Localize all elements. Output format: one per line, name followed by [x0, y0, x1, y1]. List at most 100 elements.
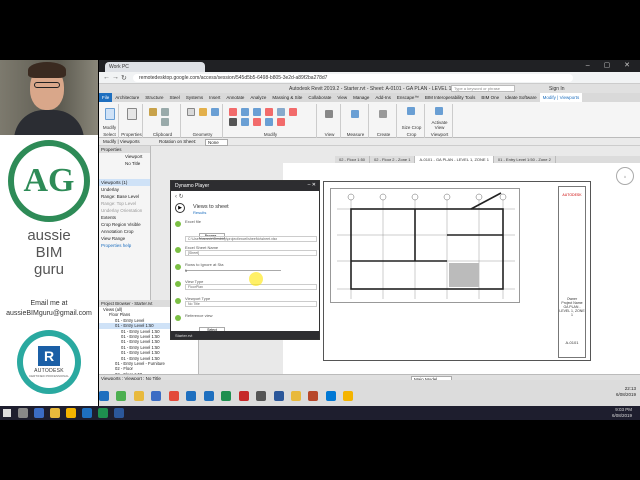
chrome-icon[interactable] — [66, 408, 76, 418]
folder-icon[interactable] — [50, 408, 60, 418]
window-controls[interactable]: ‒ ▢ ✕ — [586, 61, 636, 69]
revit-icon[interactable] — [186, 391, 197, 401]
tab-bim-one[interactable]: BIM One — [478, 93, 502, 102]
sheet-name-field[interactable]: [Sheet] — [185, 250, 317, 256]
tab-massing-site[interactable]: Massing & Site — [269, 93, 305, 102]
type-name-line2[interactable]: No Title — [99, 160, 150, 167]
close-icon[interactable]: ‒ ✕ — [308, 182, 316, 188]
create-icon[interactable] — [379, 110, 387, 118]
file-path-field[interactable]: C:\Users\aussie\Desktop\project\excel\sh… — [185, 236, 317, 242]
offset-icon[interactable] — [241, 108, 249, 116]
tab-file[interactable]: File — [99, 93, 113, 102]
split-icon[interactable] — [265, 108, 273, 116]
viewport-type-select[interactable]: No Title — [185, 301, 317, 307]
word-icon[interactable] — [273, 391, 284, 401]
back-refresh-icons[interactable]: ‹ ↻ — [175, 193, 184, 200]
view-type-select[interactable]: FloorPlan — [185, 284, 317, 290]
revit-icon[interactable] — [203, 391, 214, 401]
size-crop-icon[interactable] — [407, 107, 415, 115]
scale-icon[interactable] — [277, 118, 285, 126]
prop-range-base[interactable]: Range: Base Level — [99, 193, 150, 200]
browser-tab[interactable]: Work PC — [105, 62, 205, 72]
prop-range-top[interactable]: Range: Top Level — [99, 200, 150, 207]
revit-icon[interactable] — [82, 408, 92, 418]
app-icon[interactable] — [256, 391, 267, 401]
size-crop-button[interactable]: Size Crop — [399, 125, 424, 130]
prop-crop-visible[interactable]: Crop Region Visible — [99, 221, 150, 228]
back-icon[interactable]: ← — [103, 74, 110, 81]
url-input[interactable]: remotedesktop.google.com/access/session/… — [133, 74, 573, 82]
help-search-input[interactable]: Type a keyword or phrase — [451, 85, 515, 92]
chrome-icon[interactable] — [343, 391, 354, 401]
properties-icon[interactable] — [127, 108, 137, 120]
windows-icon[interactable] — [99, 391, 109, 401]
app-icon[interactable] — [34, 408, 44, 418]
folder-icon[interactable] — [133, 391, 144, 401]
tab-ideate[interactable]: Ideate Software — [502, 93, 540, 102]
tab-analyze[interactable]: Analyze — [247, 93, 269, 102]
activate-view-icon[interactable] — [435, 107, 443, 115]
play-icon[interactable]: ▶ — [175, 203, 185, 213]
forward-icon[interactable]: → — [112, 74, 119, 81]
mirror-icon[interactable] — [253, 108, 261, 116]
trim-icon[interactable] — [253, 118, 261, 126]
rotate-icon[interactable] — [241, 118, 249, 126]
view-cube-icon[interactable]: ⌂ — [616, 167, 634, 185]
paste-icon[interactable] — [149, 108, 157, 116]
type-name-line1[interactable]: Viewport — [99, 153, 150, 160]
drawing-canvas[interactable]: ⌂ AUTODESK Owner Project Name GA PLAN - … — [283, 163, 640, 398]
sign-in-button[interactable]: Sign In — [549, 86, 565, 92]
tab-structure[interactable]: Structure — [142, 93, 166, 102]
script-results[interactable]: Results — [193, 210, 206, 215]
rows-ignore-slider[interactable] — [185, 270, 281, 271]
join-icon[interactable] — [211, 108, 219, 116]
view-tab-active[interactable]: A-0101 - GA PLAN - LEVEL 1, ZONE 1 — [415, 156, 494, 163]
app-icon[interactable] — [151, 391, 162, 401]
tab-enscape[interactable]: Enscape™ — [394, 93, 422, 102]
excel-icon[interactable] — [221, 391, 232, 401]
measure-icon[interactable] — [351, 110, 359, 118]
tab-collaborate[interactable]: Collaborate — [305, 93, 334, 102]
view-icon[interactable] — [325, 110, 333, 118]
acrobat-icon[interactable] — [238, 391, 249, 401]
app-icon[interactable] — [325, 391, 336, 401]
rotation-select[interactable]: None — [205, 139, 228, 146]
tab-insert[interactable]: Insert — [206, 93, 223, 102]
move-icon[interactable] — [229, 118, 237, 126]
align-icon[interactable] — [229, 108, 237, 116]
tab-architecture[interactable]: Architecture — [112, 93, 142, 102]
tab-view[interactable]: View — [334, 93, 350, 102]
tab-bim-interop[interactable]: BIM Interoperability Tools — [422, 93, 478, 102]
instance-selector[interactable]: Viewports (1) — [99, 179, 150, 186]
tab-modify-viewports[interactable]: Modify | Viewports — [539, 93, 583, 102]
prop-annotation-crop[interactable]: Annotation Crop — [99, 228, 150, 235]
viewport[interactable] — [330, 188, 520, 303]
excel-icon[interactable] — [98, 408, 108, 418]
modify-button[interactable]: Modify — [101, 125, 118, 130]
cut-geometry-icon[interactable] — [199, 108, 207, 116]
app-icon[interactable] — [168, 391, 179, 401]
array-icon[interactable] — [265, 118, 273, 126]
tab-add-ins[interactable]: Add-Ins — [372, 93, 394, 102]
tab-annotate[interactable]: Annotate — [223, 93, 247, 102]
cut-icon[interactable] — [161, 108, 169, 116]
view-tab[interactable]: 02 - Floor 2 - Zone 1 — [370, 156, 416, 163]
app-icon[interactable] — [290, 391, 301, 401]
prop-underlay-orientation[interactable]: Underlay Orientation — [99, 207, 150, 214]
activate-view-button[interactable]: Activate View — [427, 120, 452, 130]
start-icon[interactable] — [3, 409, 11, 417]
tab-steel[interactable]: Steel — [167, 93, 183, 102]
copy-icon[interactable] — [161, 118, 169, 126]
cope-icon[interactable] — [187, 108, 195, 116]
search-icon[interactable] — [18, 408, 28, 418]
reload-icon[interactable]: ↻ — [121, 74, 127, 82]
prop-view-range[interactable]: View Range — [99, 235, 150, 242]
view-tab[interactable]: 02 - Floor 1:50 — [335, 156, 371, 163]
properties-help-link[interactable]: Properties help — [99, 242, 150, 249]
tab-manage[interactable]: Manage — [350, 93, 372, 102]
app-icon[interactable] — [116, 391, 127, 401]
tab-systems[interactable]: Systems — [183, 93, 206, 102]
view-tab[interactable]: 01 - Entry Level 1:50 - Zone 2 — [494, 156, 556, 163]
delete-icon[interactable] — [289, 108, 297, 116]
powerpoint-icon[interactable] — [308, 391, 319, 401]
